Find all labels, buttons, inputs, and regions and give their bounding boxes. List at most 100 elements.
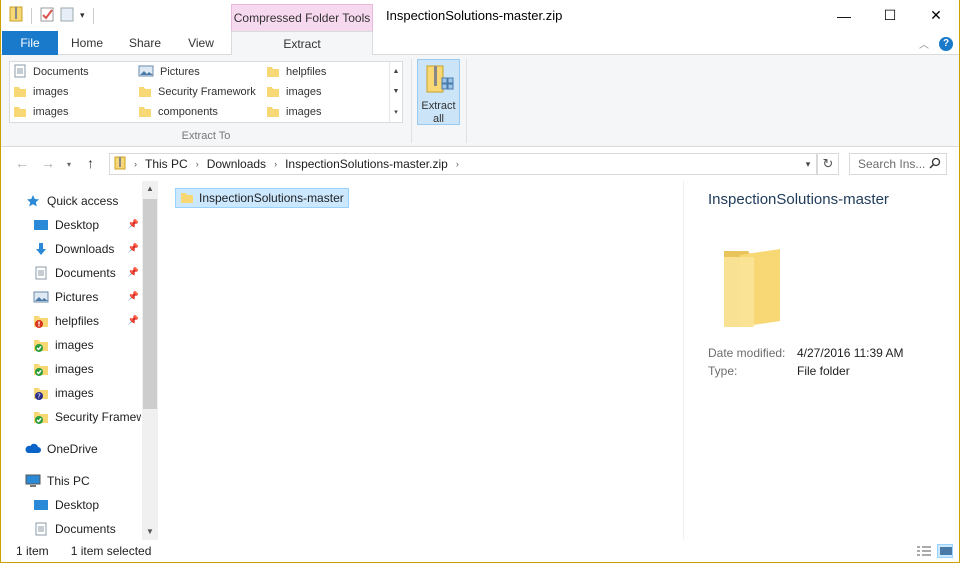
ribbon-panel: Documents images images Pictures Securit… [1, 55, 959, 147]
scrollbar-thumb[interactable] [143, 199, 157, 409]
breadcrumb-chevron-icon[interactable]: › [274, 159, 277, 169]
folder-check-icon [33, 337, 49, 353]
explorer-window: ▾ Compressed Folder Tools InspectionSolu… [0, 0, 960, 563]
pin-icon: 📌 [127, 219, 139, 229]
details-value: 4/27/2016 11:39 AM [797, 346, 904, 360]
search-box[interactable]: Search Ins... [849, 153, 947, 175]
tab-file[interactable]: File [2, 31, 58, 55]
folder-check-icon [33, 409, 49, 425]
breadcrumb-chevron-icon[interactable]: › [134, 159, 137, 169]
nav-item-label: Pictures [55, 290, 99, 304]
scroll-down-icon[interactable]: ▼ [393, 88, 400, 95]
tab-home[interactable]: Home [59, 31, 115, 55]
address-dropdown-icon[interactable]: ▾ [799, 153, 817, 175]
nav-item-images[interactable]: ? images [33, 382, 141, 404]
nav-item-documents[interactable]: Documents [33, 518, 141, 540]
gallery-expand-icon[interactable]: ▾ [394, 108, 398, 116]
nav-item-images[interactable]: images [33, 334, 141, 356]
extract-all-label-line1: Extract [421, 100, 456, 112]
nav-item-images[interactable]: images [33, 358, 141, 380]
gallery-scrollbar[interactable]: ▲ ▼ ▾ [389, 62, 402, 122]
extract-to-item[interactable]: components [138, 102, 218, 122]
breadcrumb-chevron-icon[interactable]: › [196, 159, 199, 169]
nav-item-desktop[interactable]: Desktop [33, 494, 141, 516]
documents-icon [33, 265, 49, 281]
extract-to-item-label: Pictures [160, 66, 200, 78]
nav-item-label: Security Framew [55, 410, 141, 424]
file-list: InspectionSolutions-master [169, 181, 681, 540]
scroll-up-icon[interactable]: ▲ [142, 181, 158, 197]
folder-error-icon [33, 313, 49, 329]
extract-to-item[interactable]: Pictures [138, 62, 200, 82]
scroll-down-icon[interactable]: ▼ [142, 524, 158, 540]
minimize-ribbon-chevron-icon[interactable]: ︿ [919, 36, 929, 51]
status-selected-count: 1 item selected [70, 544, 152, 558]
maximize-button[interactable]: ☐ [867, 0, 913, 31]
help-icon[interactable]: ? [939, 36, 953, 51]
tab-share[interactable]: Share [117, 31, 173, 55]
extract-to-item-label: helpfiles [286, 66, 327, 78]
minimize-button[interactable]: — [821, 0, 867, 31]
list-item[interactable]: InspectionSolutions-master [175, 188, 349, 208]
tab-extract[interactable]: Extract [231, 31, 373, 56]
details-value: File folder [797, 364, 850, 378]
svg-text:?: ? [37, 393, 41, 401]
forward-arrow-icon[interactable]: → [41, 155, 55, 171]
breadcrumb-downloads[interactable]: Downloads [207, 157, 266, 171]
new-folder-icon[interactable] [60, 6, 74, 25]
extract-to-item-label: Documents [33, 66, 89, 78]
zip-folder-icon [9, 6, 23, 25]
scroll-up-icon[interactable]: ▲ [393, 68, 400, 75]
folder-icon [180, 190, 194, 207]
group-divider [411, 59, 412, 143]
title-bar: ▾ Compressed Folder Tools InspectionSolu… [1, 0, 959, 31]
nav-item-documents[interactable]: Documents 📌 [33, 262, 141, 284]
nav-pane-scrollbar[interactable]: ▲ ▼ [142, 181, 158, 540]
address-bar[interactable]: › This PC › Downloads › InspectionSoluti… [109, 153, 817, 175]
properties-icon[interactable] [40, 6, 54, 25]
close-button[interactable]: ✕ [913, 0, 959, 31]
nav-item-pictures[interactable]: Pictures 📌 [33, 286, 141, 308]
status-item-count: 1 item [16, 544, 49, 558]
pictures-icon [138, 64, 154, 81]
folder-question-icon: ? [33, 385, 49, 401]
toolbar-separator [92, 7, 94, 24]
details-pane: InspectionSolutions-master Date modified… [684, 181, 959, 540]
ribbon-right-controls: ︿ ? [919, 36, 953, 51]
nav-item-downloads[interactable]: Downloads 📌 [33, 238, 141, 260]
extract-to-item[interactable]: images [266, 102, 321, 122]
folder-icon [266, 84, 280, 101]
extract-to-item[interactable]: images [13, 102, 68, 122]
breadcrumb-zip[interactable]: InspectionSolutions-master.zip [285, 157, 448, 171]
extract-to-item[interactable]: helpfiles [266, 62, 326, 82]
navigation-bar: ← → ▾ ↑ › This PC › Downloads › Inspecti… [1, 147, 959, 181]
extract-to-item[interactable]: images [13, 82, 68, 102]
nav-item-security-framework[interactable]: Security Framew [33, 406, 141, 428]
large-icons-view-icon[interactable] [937, 544, 953, 558]
nav-item-label: Documents [55, 266, 116, 280]
extract-to-item[interactable]: Documents [13, 62, 89, 82]
extract-to-item[interactable]: images [266, 82, 321, 102]
extract-to-gallery: Documents images images Pictures Securit… [9, 61, 403, 123]
details-row-type: Type: File folder [708, 364, 850, 378]
desktop-icon [33, 497, 49, 513]
breadcrumb-chevron-icon[interactable]: › [456, 159, 459, 169]
documents-icon [33, 521, 49, 537]
nav-item-desktop[interactable]: Desktop 📌 [33, 214, 141, 236]
breadcrumb-this-pc[interactable]: This PC [145, 157, 188, 171]
toolbar-separator [31, 7, 32, 24]
nav-item-helpfiles[interactable]: helpfiles 📌 [33, 310, 141, 332]
ribbon-tabs: File Home Share View Extract ︿ ? [1, 31, 959, 56]
star-icon [25, 193, 41, 209]
back-arrow-icon[interactable]: ← [15, 155, 29, 171]
details-label: Type: [708, 364, 738, 378]
refresh-icon[interactable]: ↻ [817, 153, 839, 175]
recent-locations-chevron-icon[interactable]: ▾ [67, 160, 71, 169]
tab-view[interactable]: View [173, 31, 229, 55]
details-view-icon[interactable] [915, 544, 931, 558]
up-arrow-icon[interactable]: ↑ [87, 155, 94, 171]
customize-dropdown-icon[interactable]: ▾ [80, 10, 85, 21]
extract-all-button[interactable]: Extract all [417, 59, 460, 125]
extract-to-item[interactable]: Security Framework [138, 82, 256, 102]
nav-item-label: helpfiles [55, 314, 100, 328]
